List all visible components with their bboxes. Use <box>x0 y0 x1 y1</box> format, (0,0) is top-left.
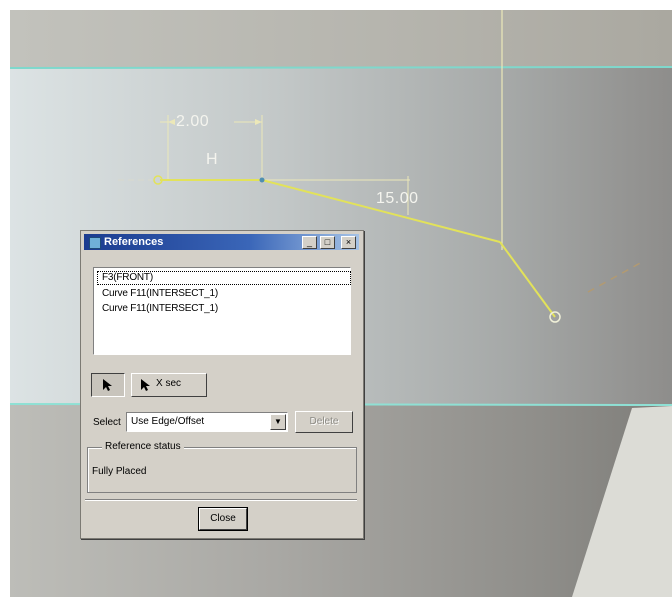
select-reference-button[interactable] <box>91 373 125 397</box>
chevron-down-icon[interactable]: ▼ <box>270 414 286 430</box>
reference-status-title: Reference status <box>102 441 184 452</box>
references-list[interactable]: F3(FRONT) Curve F11(INTERSECT_1) Curve F… <box>93 267 351 355</box>
list-item[interactable]: Curve F11(INTERSECT_1) <box>102 288 218 300</box>
cursor-arrow-icon <box>103 379 112 391</box>
list-item[interactable]: Curve F11(INTERSECT_1) <box>102 303 218 315</box>
cursor-arrow-icon <box>141 379 150 391</box>
minimize-button[interactable]: _ <box>302 236 317 249</box>
window-app-icon <box>89 237 101 249</box>
construction-line-right <box>587 261 643 293</box>
dialog-separator <box>85 499 357 501</box>
xsec-button[interactable]: X sec <box>131 373 207 397</box>
select-value: Use Edge/Offset <box>131 416 205 427</box>
reference-status-group: Reference status Fully Placed <box>87 441 357 493</box>
dimension-arrow-right <box>255 119 262 125</box>
close-button[interactable]: Close <box>198 507 248 531</box>
xsec-label: X sec <box>156 378 182 389</box>
dialog-title: References <box>104 236 164 248</box>
reference-status-text: Fully Placed <box>92 466 147 477</box>
sketch-line-descending[interactable] <box>499 241 556 318</box>
references-dialog[interactable]: References _ □ × F3(FRONT) Curve F11(INT… <box>80 230 364 539</box>
restore-button[interactable]: □ <box>320 236 335 249</box>
constraint-label-horizontal[interactable]: H <box>206 151 218 169</box>
dimension-label-horizontal[interactable]: 2.00 <box>176 113 209 131</box>
dimension-arrow-left <box>168 119 175 125</box>
model-face-lower-right <box>572 406 672 597</box>
select-dropdown[interactable]: Use Edge/Offset ▼ <box>126 412 288 432</box>
select-label: Select <box>93 417 121 428</box>
sketch-vertex-middle[interactable] <box>259 177 265 183</box>
close-window-button[interactable]: × <box>341 236 356 249</box>
list-item[interactable]: F3(FRONT) <box>97 271 351 285</box>
dimension-label-angle[interactable]: 15.00 <box>376 190 419 208</box>
delete-button: Delete <box>295 411 353 433</box>
dialog-titlebar[interactable]: References _ □ × <box>84 234 359 250</box>
model-edge-top <box>10 66 672 69</box>
